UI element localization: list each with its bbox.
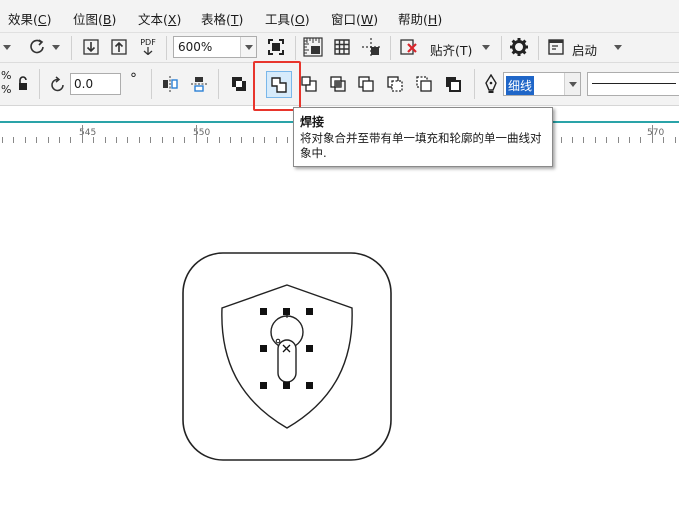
launcher-dropdown-icon[interactable] (614, 45, 622, 50)
rotation-angle-input[interactable]: 0.0 (70, 73, 121, 95)
import-icon[interactable] (80, 36, 102, 58)
ruler-tick (195, 125, 197, 143)
drawing-canvas[interactable] (0, 143, 679, 520)
show-grid-icon[interactable] (331, 36, 353, 58)
full-screen-preview-icon[interactable] (265, 36, 287, 58)
separator (71, 36, 72, 60)
pdf-export-icon[interactable]: PDF (136, 36, 160, 58)
ruler-label-570: 570 (647, 128, 665, 138)
separator (390, 36, 391, 60)
scale-percent-labels: % % (1, 69, 12, 96)
zoom-level-combobox[interactable]: 600% (173, 36, 257, 58)
tooltip-title: 焊接 (300, 115, 325, 129)
separator (166, 36, 167, 60)
tooltip-description: 将对象合并至带有单一填充和轮廓的单一曲线对象中. (300, 131, 542, 160)
separator (474, 69, 475, 99)
drawing-area (182, 252, 392, 461)
options-gear-icon[interactable] (508, 36, 530, 58)
create-boundary-icon[interactable] (442, 73, 464, 95)
menu-bitmaps[interactable]: 位图(B) (73, 9, 116, 28)
degree-symbol: ° (130, 71, 137, 87)
zoom-dropdown-button[interactable] (240, 37, 256, 57)
separator (218, 69, 219, 99)
weld-icon (271, 76, 287, 93)
outline-width-value: 细线 (506, 76, 535, 95)
export-icon[interactable] (108, 36, 130, 58)
snap-to-dropdown-icon[interactable] (482, 45, 490, 50)
mirror-vertical-icon[interactable] (188, 73, 210, 95)
lock-ratio-icon[interactable] (14, 73, 32, 95)
simplify-icon[interactable] (355, 73, 377, 95)
node-marker (275, 338, 281, 344)
redo-dropdown-icon[interactable] (52, 45, 60, 50)
menu-table[interactable]: 表格(T) (201, 9, 243, 28)
keyhole-slot[interactable] (277, 339, 297, 383)
menu-text[interactable]: 文本(X) (138, 9, 181, 28)
separator (151, 69, 152, 99)
outline-pen-icon[interactable] (482, 73, 500, 95)
front-minus-back-icon[interactable] (384, 73, 406, 95)
menu-window[interactable]: 窗口(W) (331, 9, 378, 28)
snap-off-icon[interactable] (398, 36, 420, 58)
application-launcher-icon[interactable] (545, 36, 567, 58)
redo-icon[interactable] (27, 36, 49, 58)
weld-tooltip: 焊接 将对象合并至带有单一填充和轮廓的单一曲线对象中. (293, 107, 553, 167)
standard-toolbar: PDF 600% 贴齐(T) 启动 (0, 32, 679, 62)
separator (501, 36, 502, 60)
combine-icon[interactable] (228, 73, 250, 95)
separator (538, 36, 539, 60)
outline-width-combobox[interactable]: 细线 (503, 72, 581, 96)
menu-tools[interactable]: 工具(O) (265, 9, 310, 28)
outline-width-dropdown-button[interactable] (564, 73, 580, 95)
menu-help[interactable]: 帮助(H) (398, 9, 442, 28)
snap-to-button[interactable]: 贴齐(T) (430, 40, 472, 59)
mirror-horizontal-icon[interactable] (159, 73, 181, 95)
show-guidelines-icon[interactable] (360, 36, 382, 58)
weld-button[interactable] (266, 71, 292, 98)
undo-dropdown-icon[interactable] (0, 36, 14, 58)
rotation-angle-icon (48, 74, 68, 96)
property-bar: % % 0.0 ° 细线 (0, 61, 679, 111)
line-style-selector[interactable] (587, 72, 679, 96)
ruler-tick (81, 125, 83, 143)
separator (39, 69, 40, 99)
back-minus-front-icon[interactable] (413, 73, 435, 95)
menu-effects[interactable]: 效果(C) (8, 9, 52, 28)
intersect-icon[interactable] (327, 73, 349, 95)
menu-bar: 效果(C) 位图(B) 文本(X) 表格(T) 工具(O) 窗口(W) 帮助(H… (0, 0, 679, 32)
ruler-tick (651, 125, 653, 143)
zoom-level-value: 600% (178, 40, 213, 54)
separator (295, 36, 296, 60)
trim-icon[interactable] (298, 73, 320, 95)
application-launcher-label[interactable]: 启动 (572, 40, 597, 59)
show-rulers-icon[interactable] (302, 36, 324, 58)
